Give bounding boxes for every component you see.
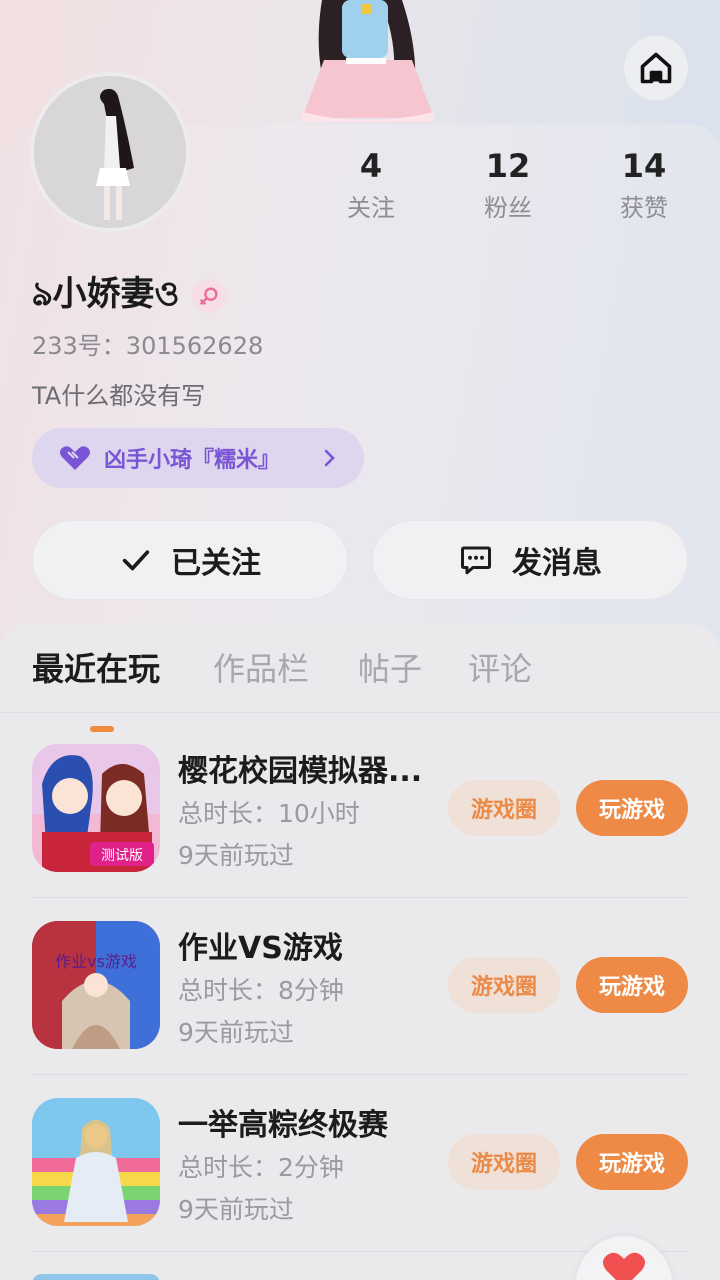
game-title: 作业VS游戏 xyxy=(178,931,343,966)
game-row[interactable]: 作业vs游戏 作业VS游戏 总时长：8分钟 9天前玩过 游戏圈 玩游戏 xyxy=(0,899,720,1075)
tab-comments[interactable]: 评论 xyxy=(468,644,532,694)
avatar-character-image xyxy=(34,76,186,228)
stat-likes-label: 获赞 xyxy=(620,194,668,222)
stat-following-count: 4 xyxy=(359,147,383,185)
user-name: ঌ小娇妻ও xyxy=(32,274,180,314)
game-circle-button[interactable]: 游戏圈 xyxy=(448,957,560,1013)
game-circle-button[interactable]: 游戏圈 xyxy=(448,780,560,836)
game-title: 一举高粽终极赛 xyxy=(178,1108,388,1143)
row-divider xyxy=(32,897,688,898)
female-icon xyxy=(191,278,226,313)
relationship-tag-label: 凶手小琦『糯米』 xyxy=(104,448,281,473)
tab-posts[interactable]: 帖子 xyxy=(358,644,422,694)
game-last-played: 9天前玩过 xyxy=(178,841,294,870)
stat-likes-count: 14 xyxy=(621,147,667,185)
stat-fans-count: 12 xyxy=(485,147,531,185)
user-id: 233号：301562628 xyxy=(32,332,264,360)
play-game-button[interactable]: 玩游戏 xyxy=(576,957,688,1013)
stat-likes[interactable]: 14 获赞 xyxy=(589,146,699,226)
game-icon-homework-vs-game[interactable]: 作业vs游戏 xyxy=(32,921,160,1049)
game-icon-badge: 测试版 xyxy=(101,848,143,864)
game-icon-text: 作业vs游戏 xyxy=(55,952,137,971)
follow-button-label: 已关注 xyxy=(171,546,261,581)
profile-tabs: 最近在玩 作品栏 帖子 评论 xyxy=(0,644,720,732)
message-button-label: 发消息 xyxy=(512,546,602,581)
game-row[interactable]: 一举高粽终极赛 总时长：2分钟 9天前玩过 游戏圈 玩游戏 xyxy=(0,1076,720,1252)
chat-bubble-icon xyxy=(461,546,491,575)
game-duration: 总时长：10小时 xyxy=(178,799,360,828)
tabs-divider xyxy=(0,712,720,713)
stat-fans[interactable]: 12 粉丝 xyxy=(453,146,563,226)
check-icon xyxy=(122,550,150,571)
home-icon xyxy=(640,52,672,84)
chevron-right-icon xyxy=(324,449,335,467)
tab-recently-played[interactable]: 最近在玩 xyxy=(32,644,160,694)
play-game-button[interactable]: 玩游戏 xyxy=(576,780,688,836)
follow-button[interactable]: 已关注 xyxy=(32,520,348,600)
game-last-played: 9天前玩过 xyxy=(178,1018,294,1047)
tab-works[interactable]: 作品栏 xyxy=(213,644,309,694)
home-button[interactable] xyxy=(624,36,688,100)
game-circle-button[interactable]: 游戏圈 xyxy=(448,1134,560,1190)
game-icon-yiju-gaozong[interactable] xyxy=(32,1098,160,1226)
stat-following[interactable]: 4 关注 xyxy=(316,146,426,226)
game-duration: 总时长：8分钟 xyxy=(178,976,344,1005)
stat-fans-label: 粉丝 xyxy=(484,194,532,222)
row-divider xyxy=(32,1074,688,1075)
purple-heart-icon xyxy=(60,446,90,470)
message-button[interactable]: 发消息 xyxy=(372,520,688,600)
play-game-button[interactable]: 玩游戏 xyxy=(576,1134,688,1190)
game-icon-partial[interactable] xyxy=(32,1274,160,1280)
stat-following-label: 关注 xyxy=(347,194,395,222)
user-bio: TA什么都没有写 xyxy=(32,382,206,410)
heart-icon xyxy=(603,1252,645,1280)
game-icon-sakura[interactable]: 测试版 xyxy=(32,744,160,872)
name-row: ঌ小娇妻ও xyxy=(32,266,226,325)
relationship-tag[interactable]: 凶手小琦『糯米』 xyxy=(32,428,364,488)
game-title: 樱花校园模拟器... xyxy=(178,754,423,789)
banner-character-image xyxy=(302,0,434,122)
game-last-played: 9天前玩过 xyxy=(178,1195,294,1224)
game-row[interactable]: 测试版 樱花校园模拟器... 总时长：10小时 9天前玩过 游戏圈 玩游戏 xyxy=(0,722,720,898)
game-duration: 总时长：2分钟 xyxy=(178,1153,344,1182)
avatar[interactable] xyxy=(30,72,190,232)
